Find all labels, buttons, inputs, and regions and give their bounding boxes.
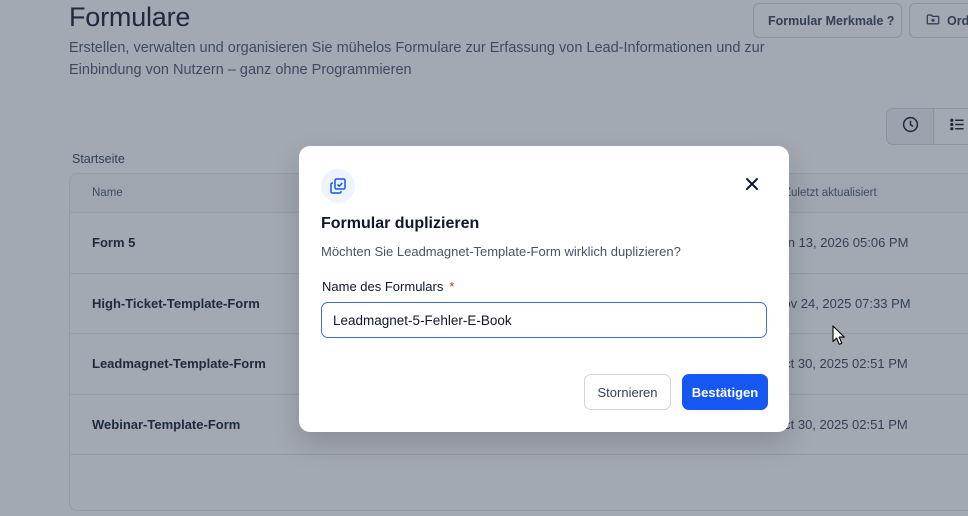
duplicate-icon — [321, 169, 355, 203]
form-name-label-text: Name des Formulars — [322, 279, 444, 294]
form-name-label: Name des Formulars * — [322, 279, 454, 294]
cancel-button[interactable]: Stornieren — [584, 374, 671, 410]
required-marker: * — [449, 279, 455, 294]
mouse-cursor-icon — [832, 325, 845, 345]
confirm-button[interactable]: Bestätigen — [682, 374, 768, 410]
close-icon[interactable] — [742, 174, 762, 194]
form-name-input[interactable] — [321, 302, 767, 338]
dialog-title: Formular duplizieren — [321, 215, 480, 232]
dialog-description: Möchten Sie Leadmagnet-Template-Form wir… — [321, 244, 681, 259]
duplicate-form-dialog: Formular duplizieren Möchten Sie Leadmag… — [299, 146, 789, 432]
